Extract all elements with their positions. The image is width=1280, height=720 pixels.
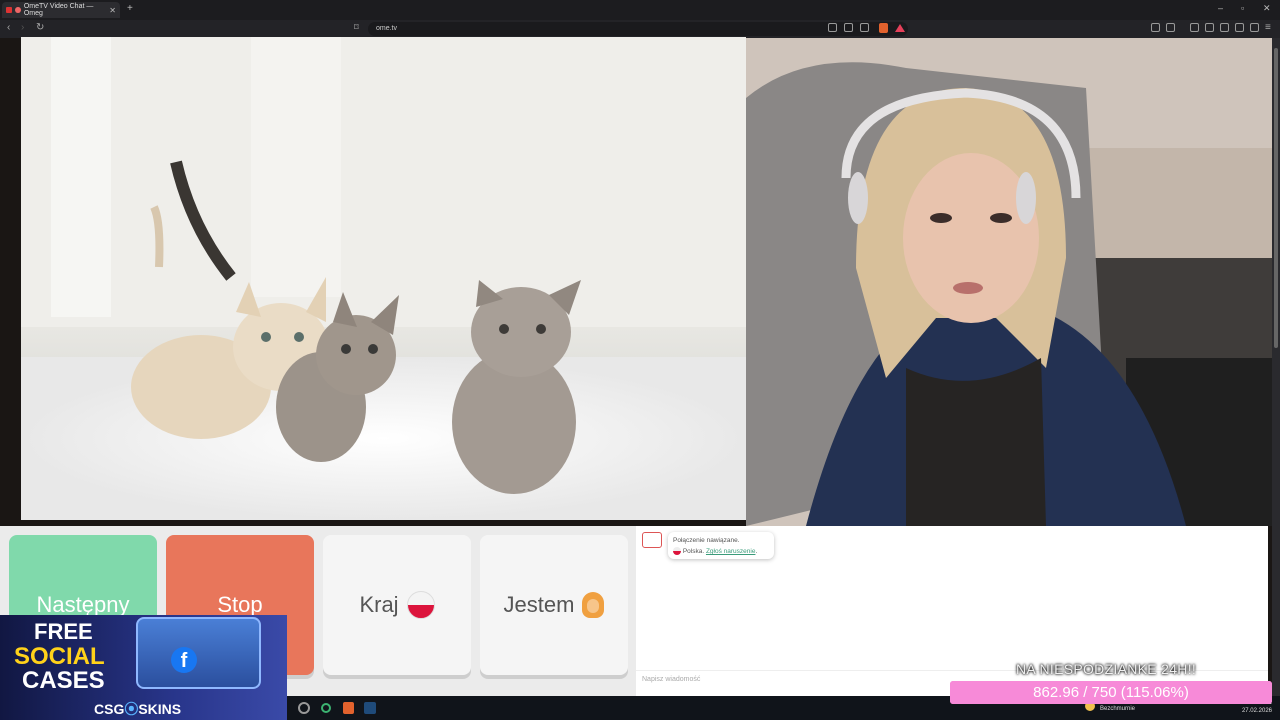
extensions-icon[interactable] [1151, 23, 1160, 32]
youtube-favicon-icon [6, 7, 13, 13]
streamer-webcam-image [746, 38, 1272, 526]
open-external-icon[interactable] [844, 23, 853, 32]
address-bar[interactable]: ome.tv [368, 22, 908, 36]
tab-strip [0, 0, 1280, 20]
report-link[interactable]: Zgłoś naruszenie [706, 548, 756, 555]
rewards-icon[interactable] [895, 24, 905, 32]
steam-taskbar-icon[interactable] [364, 702, 376, 714]
promo-line1: FREE [34, 619, 93, 644]
connected-text: Połączenie nawiązane. [673, 537, 740, 544]
obs-taskbar-icon[interactable] [298, 702, 310, 714]
minimize-button[interactable]: – [1218, 3, 1223, 13]
scrollbar-thumb[interactable] [1274, 48, 1278, 348]
ometv-favicon-icon [15, 7, 21, 13]
spotify-taskbar-icon[interactable] [321, 703, 331, 713]
share-icon[interactable] [860, 23, 869, 32]
bookmark-icon[interactable]: ⌑ [354, 22, 359, 33]
own-webcam-video [746, 38, 1272, 526]
back-icon[interactable]: ‹ [7, 22, 10, 33]
facebook-icon: f [171, 647, 197, 673]
active-tab[interactable]: OmeTV Video Chat — Omeg ✕ [2, 2, 120, 18]
maximize-button[interactable]: ▫ [1241, 3, 1244, 13]
poland-flag-icon [406, 591, 435, 619]
country-text: Polska. [682, 548, 705, 555]
close-window-button[interactable]: ✕ [1263, 3, 1271, 14]
woman-emoji-icon [582, 592, 605, 618]
iam-button-label: Jestem [503, 592, 575, 617]
forward-icon[interactable]: › [21, 22, 24, 33]
goal-progress-text: 862.96 / 750 (115.06%) [1033, 684, 1189, 701]
vpn-icon[interactable] [1250, 23, 1259, 32]
media-icon[interactable] [1190, 23, 1199, 32]
country-button[interactable]: Kraj [323, 535, 471, 675]
iam-button[interactable]: Jestem [480, 535, 628, 675]
wallet-icon[interactable] [1166, 23, 1175, 32]
new-tab-button[interactable]: + [127, 3, 133, 14]
country-button-label: Kraj [359, 592, 399, 617]
tab-title: OmeTV Video Chat — Omeg [23, 3, 94, 17]
tabs-icon[interactable] [1220, 23, 1229, 32]
system-message: Połączenie nawiązane. Polska. Zgłoś naru… [668, 532, 774, 559]
reload-icon[interactable]: ↻ [36, 22, 44, 33]
ometv-logo-icon [642, 532, 662, 548]
tab-close-icon[interactable]: ✕ [109, 6, 116, 15]
leo-ai-icon[interactable] [1235, 23, 1244, 32]
brave-taskbar-icon[interactable] [343, 702, 354, 714]
menu-icon[interactable]: ≡ [1265, 22, 1271, 33]
clock-date: 27.02.2026 [1241, 708, 1272, 714]
poland-flag-small-icon [673, 547, 681, 556]
translate-icon[interactable] [828, 23, 837, 32]
kittens-image [21, 37, 746, 520]
promo-brand: CSG⦿SKINS [94, 701, 182, 717]
case-image [136, 617, 261, 689]
sidebar-icon[interactable] [1205, 23, 1214, 32]
weather-text: Bezchmurnie [1100, 706, 1136, 712]
promo-line3: CASES [22, 667, 105, 694]
promo-overlay: FREE SOCIAL CASES f CSG⦿SKINS [0, 615, 287, 720]
stranger-video [21, 37, 746, 520]
brave-shield-icon[interactable] [879, 23, 888, 33]
goal-title: NA NIESPODZIANKE 24H!! [1016, 661, 1197, 677]
